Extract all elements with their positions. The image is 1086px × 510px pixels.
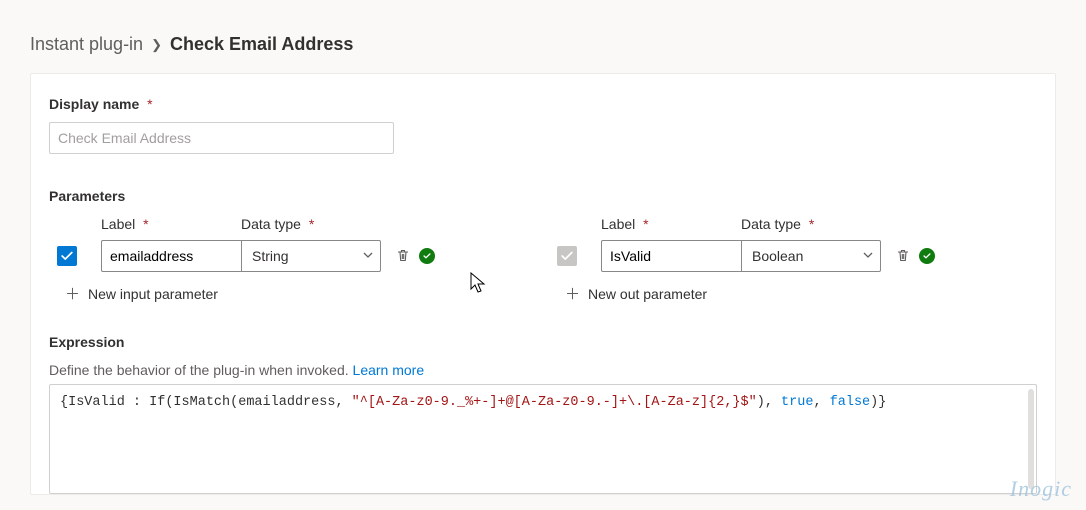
add-output-parameter-label: New out parameter <box>588 286 707 302</box>
output-param-checkbox[interactable] <box>557 246 577 266</box>
parameters-heading: Parameters <box>49 188 1037 204</box>
input-label-header: Label <box>101 216 135 232</box>
display-name-label: Display name <box>49 96 139 112</box>
input-param-type-value: String <box>252 248 289 264</box>
chevron-down-icon <box>862 248 874 264</box>
valid-badge-icon <box>419 248 435 264</box>
display-name-input[interactable] <box>49 122 394 154</box>
breadcrumb-current: Check Email Address <box>170 34 353 55</box>
input-param-label[interactable] <box>101 240 241 272</box>
code-token: , <box>813 395 829 410</box>
input-parameters: Label * Data type * String <box>57 216 517 302</box>
code-token: true <box>781 395 813 410</box>
required-indicator: * <box>643 216 648 232</box>
output-param-label[interactable] <box>601 240 741 272</box>
learn-more-link[interactable]: Learn more <box>353 362 425 378</box>
output-param-type-value: Boolean <box>752 248 803 264</box>
plus-icon: ＋ <box>65 287 80 302</box>
code-token: false <box>830 395 871 410</box>
plus-icon: ＋ <box>565 287 580 302</box>
output-label-header: Label <box>601 216 635 232</box>
checkmark-icon <box>560 249 574 263</box>
add-output-parameter[interactable]: ＋ New out parameter <box>565 286 1017 302</box>
watermark: Inogic <box>1010 476 1072 502</box>
input-param-checkbox[interactable] <box>57 246 77 266</box>
editor-card: Display name * Parameters Label * Data t… <box>30 73 1056 495</box>
valid-badge-icon <box>919 248 935 264</box>
required-indicator: * <box>147 96 152 112</box>
add-input-parameter-label: New input parameter <box>88 286 218 302</box>
checkmark-icon <box>60 249 74 263</box>
required-indicator: * <box>143 216 148 232</box>
output-parameters: Label * Data type * Boolean <box>557 216 1017 302</box>
expression-help-text: Define the behavior of the plug-in when … <box>49 362 353 378</box>
input-param-row: String <box>57 240 517 272</box>
output-type-header: Data type <box>741 216 801 232</box>
code-token: "^[A-Za-z0-9._%+-]+@[A-Za-z0-9.-]+\.[A-Z… <box>352 395 757 410</box>
code-token: )} <box>870 395 886 410</box>
expression-editor[interactable]: {IsValid : If(IsMatch(emailaddress, "^[A… <box>49 384 1037 494</box>
output-param-type[interactable]: Boolean <box>741 240 881 272</box>
delete-icon[interactable] <box>895 247 911 266</box>
expression-heading: Expression <box>49 334 1037 350</box>
code-token: ), <box>757 395 781 410</box>
code-token: {IsValid : If(IsMatch(emailaddress, <box>60 395 352 410</box>
input-type-header: Data type <box>241 216 301 232</box>
breadcrumb: Instant plug-in ❯ Check Email Address <box>0 0 1086 73</box>
input-param-type[interactable]: String <box>241 240 381 272</box>
breadcrumb-parent[interactable]: Instant plug-in <box>30 34 143 55</box>
chevron-right-icon: ❯ <box>151 37 162 53</box>
required-indicator: * <box>309 216 314 232</box>
add-input-parameter[interactable]: ＋ New input parameter <box>65 286 517 302</box>
delete-icon[interactable] <box>395 247 411 266</box>
output-param-row: Boolean <box>557 240 1017 272</box>
required-indicator: * <box>809 216 814 232</box>
chevron-down-icon <box>362 248 374 264</box>
